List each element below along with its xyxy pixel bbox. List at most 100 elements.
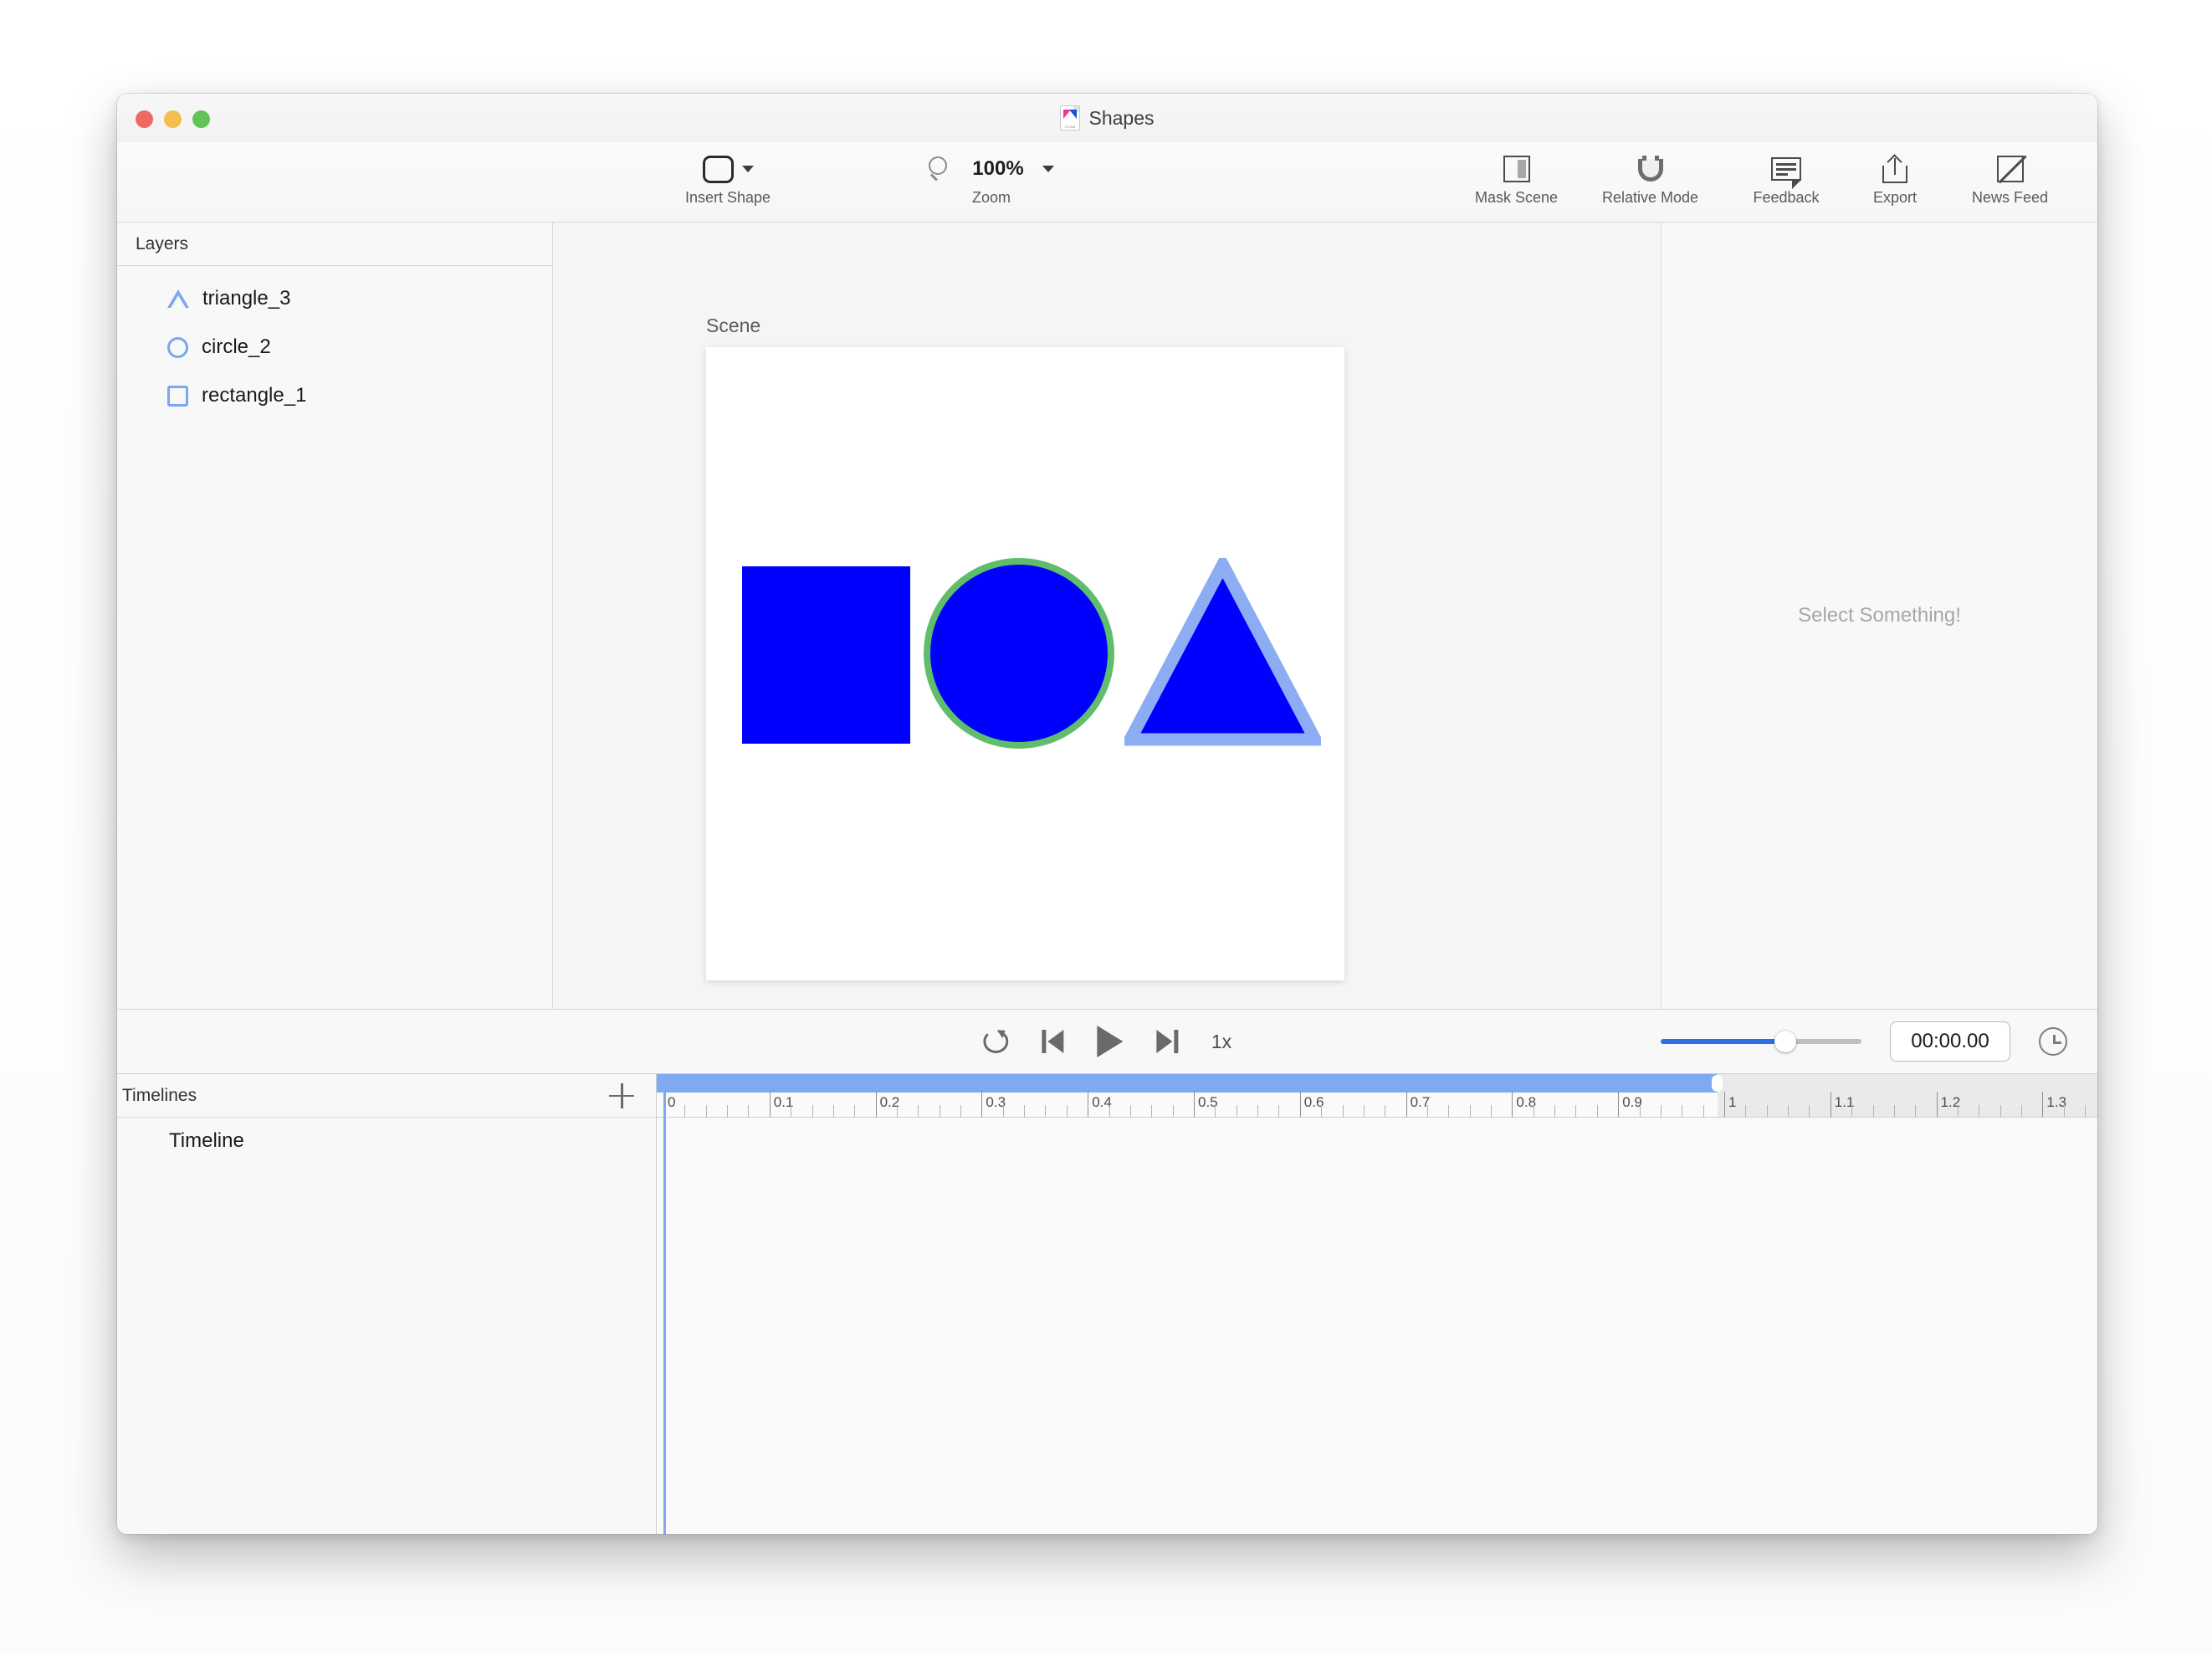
- ruler-tick-minor: [727, 1105, 728, 1117]
- ruler-tick-minor: [1894, 1105, 1895, 1117]
- insert-shape-label: Insert Shape: [685, 190, 771, 205]
- ruler-tick-minor: [897, 1105, 898, 1117]
- share-upload-icon: [1882, 155, 1907, 183]
- ruler-tick-minor: [1661, 1105, 1662, 1117]
- feedback-button[interactable]: Feedback: [1723, 149, 1849, 205]
- layer-item-rectangle[interactable]: rectangle_1: [117, 371, 552, 420]
- mask-scene-button[interactable]: Mask Scene: [1456, 149, 1577, 205]
- window-title: Shapes: [1088, 107, 1154, 130]
- play-button[interactable]: [1097, 1026, 1123, 1057]
- editor-upper-region: Layers triangle_3 circle_2 rectangle_: [117, 223, 2097, 1009]
- range-end-handle[interactable]: [1712, 1075, 1723, 1092]
- ruler-tick-minor: [1915, 1105, 1916, 1117]
- timelines-panel: Timelines Timeline: [117, 1074, 657, 1534]
- ruler-tick-minor: [1067, 1105, 1068, 1117]
- ruler-tick-minor: [1809, 1105, 1810, 1117]
- magnet-icon: [1636, 156, 1666, 182]
- circle-outline-icon: [167, 337, 188, 358]
- scene-container: Scene: [706, 315, 1344, 980]
- ruler-tick-label: 0.2: [876, 1094, 900, 1111]
- speech-bubble-icon: [1771, 157, 1801, 181]
- ruler-tick-minor: [1427, 1105, 1428, 1117]
- layer-item-triangle[interactable]: triangle_3: [117, 274, 552, 323]
- inspector-empty-message: Select Something!: [1798, 604, 1961, 627]
- ruler-tick-label: 0.6: [1300, 1094, 1324, 1111]
- ruler-tick-minor: [2021, 1105, 2022, 1117]
- ruler-tick-minor: [833, 1105, 834, 1117]
- ruler-tick-minor: [1130, 1105, 1131, 1117]
- triangle-outline-icon: [167, 289, 189, 308]
- ruler-tick-minor: [1470, 1105, 1471, 1117]
- scene-canvas[interactable]: [706, 347, 1344, 980]
- ruler-tick-minor: [1257, 1105, 1258, 1117]
- ruler-tick-minor: [1873, 1105, 1874, 1117]
- ruler-tick-minor: [1448, 1105, 1449, 1117]
- ruler-tick-label: 0.1: [770, 1094, 794, 1111]
- layer-item-label: circle_2: [202, 335, 271, 359]
- layer-item-label: triangle_3: [202, 287, 290, 310]
- timeline-area: Timelines Timeline: [117, 1074, 2097, 1534]
- mask-scene-label: Mask Scene: [1475, 190, 1558, 205]
- ruler-tick-minor: [1703, 1105, 1704, 1117]
- news-feed-button[interactable]: News Feed: [1941, 149, 2079, 205]
- ruler-tick-minor: [1575, 1105, 1576, 1117]
- export-button[interactable]: Export: [1849, 149, 1941, 205]
- skip-previous-icon: [1042, 1030, 1063, 1053]
- ruler-tick-minor: [1215, 1105, 1216, 1117]
- timeline-ruler[interactable]: 00.10.20.30.40.50.60.70.80.911.11.21.3: [657, 1074, 2097, 1118]
- timeline-row[interactable]: Timeline: [117, 1118, 656, 1164]
- insert-shape-button[interactable]: Insert Shape: [653, 149, 803, 205]
- playhead-line[interactable]: [663, 1074, 666, 1534]
- timeline-track-area[interactable]: 00.10.20.30.40.50.60.70.80.911.11.21.3: [657, 1074, 2097, 1534]
- timeline-lanes[interactable]: [657, 1118, 2097, 1534]
- chevron-down-icon[interactable]: [1042, 166, 1054, 172]
- canvas-shape-rectangle[interactable]: [742, 566, 910, 744]
- canvas-area[interactable]: Scene: [553, 223, 1662, 1009]
- canvas-shape-circle[interactable]: [930, 565, 1108, 742]
- layer-item-circle[interactable]: circle_2: [117, 323, 552, 371]
- timeline-range-bar[interactable]: [657, 1074, 1718, 1093]
- canvas-shape-triangle[interactable]: [1124, 558, 1321, 746]
- add-timeline-button[interactable]: [609, 1083, 634, 1108]
- slider-knob[interactable]: [1774, 1031, 1796, 1052]
- ruler-tick-minor: [1045, 1105, 1046, 1117]
- flow-document-icon: FLOW: [1060, 105, 1080, 130]
- export-label: Export: [1873, 190, 1917, 205]
- ruler-tick-minor: [960, 1105, 961, 1117]
- timelines-header-label: Timelines: [122, 1086, 197, 1106]
- ruler-tick-minor: [1597, 1105, 1598, 1117]
- loop-button[interactable]: [983, 1030, 1008, 1053]
- news-feed-slash-icon: [1997, 156, 2024, 182]
- ruler-tick-minor: [706, 1105, 707, 1117]
- zoom-value: 100%: [972, 157, 1023, 181]
- ruler-tick-minor: [2064, 1105, 2065, 1117]
- next-button[interactable]: [1156, 1030, 1178, 1053]
- ruler-tick-minor: [684, 1105, 685, 1117]
- ruler-tick-minor: [1278, 1105, 1279, 1117]
- playback-speed[interactable]: 1x: [1211, 1031, 1231, 1053]
- ruler-tick-label: 0.9: [1618, 1094, 1642, 1111]
- chevron-down-icon[interactable]: [742, 166, 754, 172]
- previous-button[interactable]: [1042, 1030, 1063, 1053]
- ruler-tick-minor: [1958, 1105, 1959, 1117]
- magnifier-icon[interactable]: [929, 156, 954, 182]
- ruler-tick-minor: [1024, 1105, 1025, 1117]
- inspector-panel: Select Something!: [1662, 223, 2097, 1009]
- ruler-tick-minor: [812, 1105, 813, 1117]
- layer-item-label: rectangle_1: [202, 384, 306, 407]
- ruler-tick-minor: [1491, 1105, 1492, 1117]
- playback-slider[interactable]: [1661, 1031, 1861, 1052]
- ruler-tick-minor: [748, 1105, 749, 1117]
- timelines-header: Timelines: [117, 1074, 656, 1118]
- ruler-tick-minor: [854, 1105, 855, 1117]
- ruler-tick-label: 1.1: [1831, 1094, 1855, 1111]
- ruler-tick-minor: [1109, 1105, 1110, 1117]
- ruler-tick-minor: [1321, 1105, 1322, 1117]
- ruler-tick-minor: [1554, 1105, 1555, 1117]
- time-display-field[interactable]: 00:00.00: [1890, 1021, 2010, 1062]
- relative-mode-button[interactable]: Relative Mode: [1577, 149, 1723, 205]
- zoom-control[interactable]: 100% Zoom: [904, 149, 1079, 205]
- window-title-group: FLOW Shapes: [117, 105, 2097, 130]
- clock-icon[interactable]: [2039, 1027, 2067, 1056]
- ruler-tick-minor: [1343, 1105, 1344, 1117]
